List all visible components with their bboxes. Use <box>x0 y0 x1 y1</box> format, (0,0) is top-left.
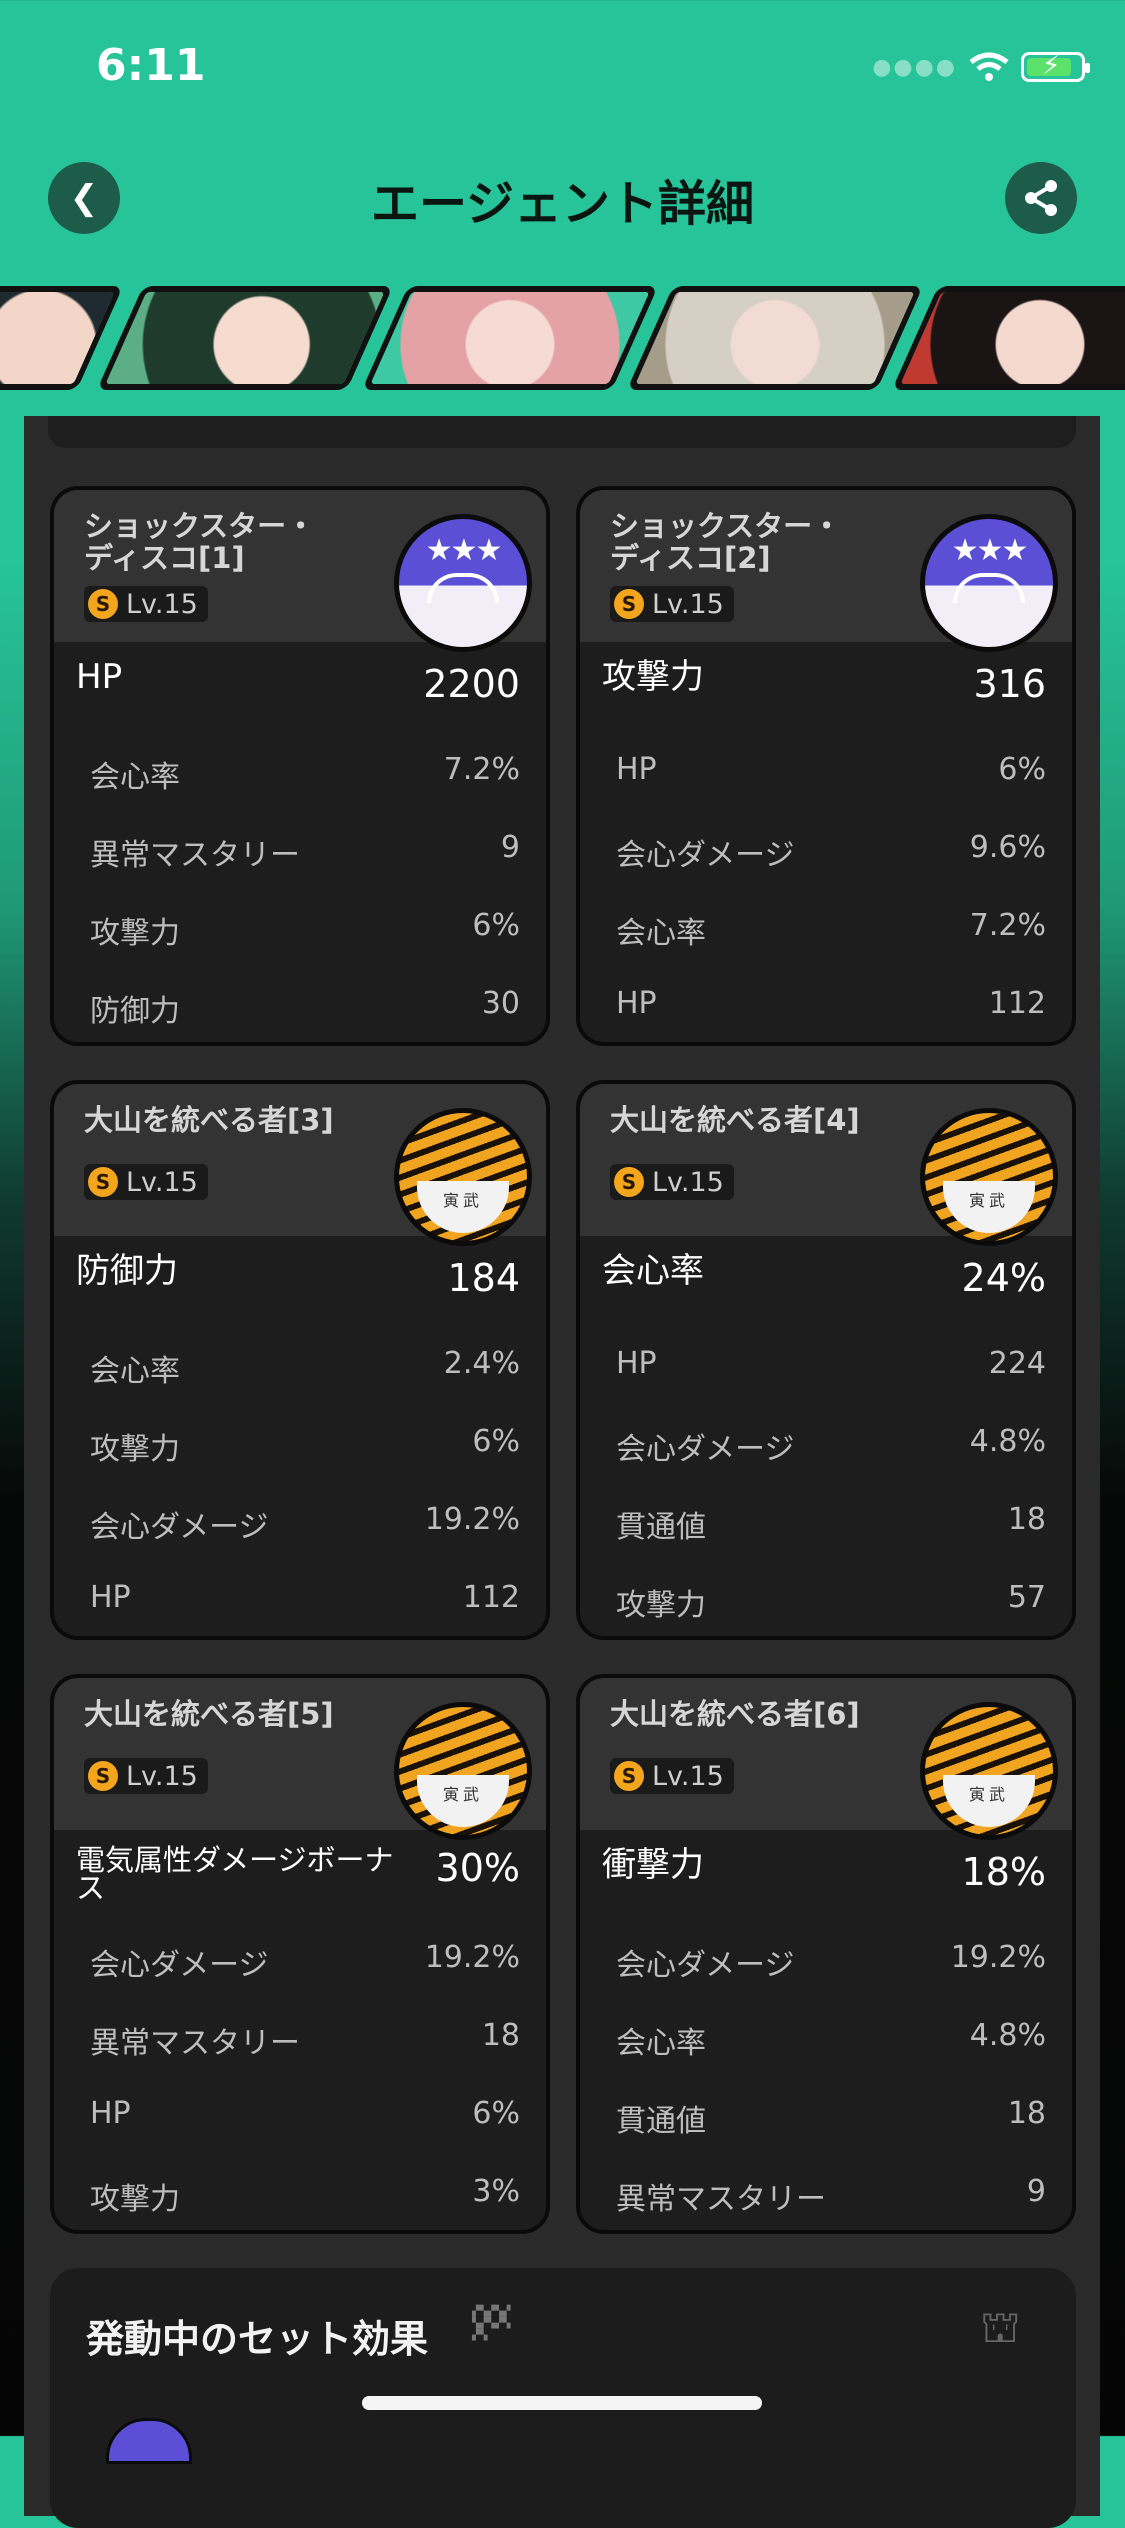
level-badge: S Lv.15 <box>610 586 734 622</box>
disc-name: 大山を統べる者[6] <box>610 1697 860 1731</box>
bangboo-icon: ⛫ <box>980 2302 1021 2353</box>
disc-name: ショックスター・ディスコ[2] <box>610 509 842 575</box>
level-badge: S Lv.15 <box>84 1164 208 1200</box>
sub-stat: HP 6% <box>90 2096 520 2131</box>
signal-icon: ●●●● <box>872 54 957 80</box>
sub-stat: 防御力 30 <box>90 986 520 1029</box>
disc-card[interactable]: 大山を統べる者[6] SLv.15 衝撃力18% 会心ダメージ19.2% 会心率… <box>576 1674 1076 2234</box>
disc-name: ショックスター・ディスコ[1] <box>84 509 316 575</box>
disc-card[interactable]: ショックスター・ディスコ[2] S Lv.15 ★★★ 攻撃力 316 HP 6% 会… <box>576 486 1076 1046</box>
battery-charging-icon: ⚡ <box>1021 51 1090 82</box>
s-rank-icon: S <box>88 589 118 619</box>
disc-set-icon <box>920 1108 1058 1246</box>
panel-top-edge <box>48 416 1076 448</box>
level-badge: S Lv.15 <box>84 1758 208 1794</box>
main-stat: HP 2200 <box>76 657 520 706</box>
set-effects-title: 発動中のセット効果 <box>86 2317 429 2361</box>
agent-portrait[interactable] <box>626 286 924 390</box>
sub-stat: 会心ダメージ 4.8% <box>616 1424 1046 1467</box>
wifi-icon <box>969 52 1009 81</box>
main-stat: 電気属性ダメージボーナス 30% <box>76 1843 520 1905</box>
disc-card[interactable]: 大山を統べる者[5] SLv.15 電気属性ダメージボーナス30% 会心ダメージ… <box>50 1674 550 2234</box>
sub-stat: 異常マスタリー 18 <box>90 2018 520 2061</box>
disc-set-icon <box>394 1702 532 1840</box>
sub-stat: 攻撃力 57 <box>616 1580 1046 1623</box>
status-time: 6:11 <box>96 40 206 91</box>
level-badge: S Lv.15 <box>610 1164 734 1200</box>
disc-name: 大山を統べる者[4] <box>610 1103 860 1137</box>
share-icon <box>1025 180 1057 216</box>
disc-set-icon: ★★★ <box>394 514 532 652</box>
disc-card[interactable]: 大山を統べる者[4] SLv.15 会心率24% HP224 会心ダメージ4.8… <box>576 1080 1076 1640</box>
sub-stat: 会心ダメージ 19.2% <box>90 1940 520 1983</box>
agent-portrait[interactable] <box>891 286 1125 390</box>
disc-card[interactable]: ショックスター・ディスコ[1] S Lv.15 ★★★ HP 2200 会心率 7.2… <box>50 486 550 1046</box>
sub-stat: 会心率 4.8% <box>616 2018 1046 2061</box>
s-rank-icon: S <box>614 589 644 619</box>
main-stat: 攻撃力 316 <box>602 657 1046 706</box>
sub-stat: HP 112 <box>90 1580 520 1615</box>
sub-stat: 攻撃力 3% <box>90 2174 520 2217</box>
sub-stat: HP 112 <box>616 986 1046 1021</box>
sub-stat: 会心ダメージ 19.2% <box>90 1502 520 1545</box>
disc-name: 大山を統べる者[3] <box>84 1103 334 1137</box>
disc-set-icon: ★★★ <box>920 514 1058 652</box>
level-badge: S Lv.15 <box>84 586 208 622</box>
main-stat: 防御力 184 <box>76 1251 520 1300</box>
game-logo-icon: ▞▚▞▚▞ ▚▞▚▞▚ ▞▚ <box>472 2306 511 2341</box>
disc-set-icon <box>920 1702 1058 1840</box>
main-stat: 会心率 24% <box>602 1251 1046 1300</box>
page-title: エージェント詳細 <box>370 176 755 232</box>
sub-stat: 会心ダメージ 9.6% <box>616 830 1046 873</box>
sub-stat: 会心率 7.2% <box>90 752 520 795</box>
s-rank-icon: S <box>614 1761 644 1791</box>
agent-carousel[interactable] <box>0 286 1125 396</box>
sub-stat: 異常マスタリー 9 <box>616 2174 1046 2217</box>
disc-set-icon <box>394 1108 532 1246</box>
sub-stat: 攻撃力 6% <box>90 908 520 951</box>
agent-portrait[interactable] <box>361 286 659 390</box>
sub-stat: 会心ダメージ 19.2% <box>616 1940 1046 1983</box>
main-stat: 衝撃力 18% <box>602 1845 1046 1894</box>
s-rank-icon: S <box>88 1761 118 1791</box>
level-badge: S Lv.15 <box>610 1758 734 1794</box>
status-icons: ●●●● ⚡ <box>872 51 1090 82</box>
sub-stat: 会心率 7.2% <box>616 908 1046 951</box>
agent-portrait-selected[interactable] <box>96 286 394 390</box>
sub-stat: 攻撃力 6% <box>90 1424 520 1467</box>
share-button[interactable] <box>1005 162 1077 234</box>
sub-stat: 異常マスタリー 9 <box>90 830 520 873</box>
home-indicator[interactable] <box>362 2396 762 2410</box>
sub-stat: 会心率 2.4% <box>90 1346 520 1389</box>
sub-stat: HP 6% <box>616 752 1046 787</box>
sub-stat: 貫通値 18 <box>616 1502 1046 1545</box>
s-rank-icon: S <box>614 1167 644 1197</box>
disc-card[interactable]: 大山を統べる者[3] SLv.15 防御力184 会心率2.4% 攻撃力6% 会… <box>50 1080 550 1640</box>
s-rank-icon: S <box>88 1167 118 1197</box>
disc-name: 大山を統べる者[5] <box>84 1697 334 1731</box>
sub-stat: 貫通値 18 <box>616 2096 1046 2139</box>
sub-stat: HP 224 <box>616 1346 1046 1381</box>
